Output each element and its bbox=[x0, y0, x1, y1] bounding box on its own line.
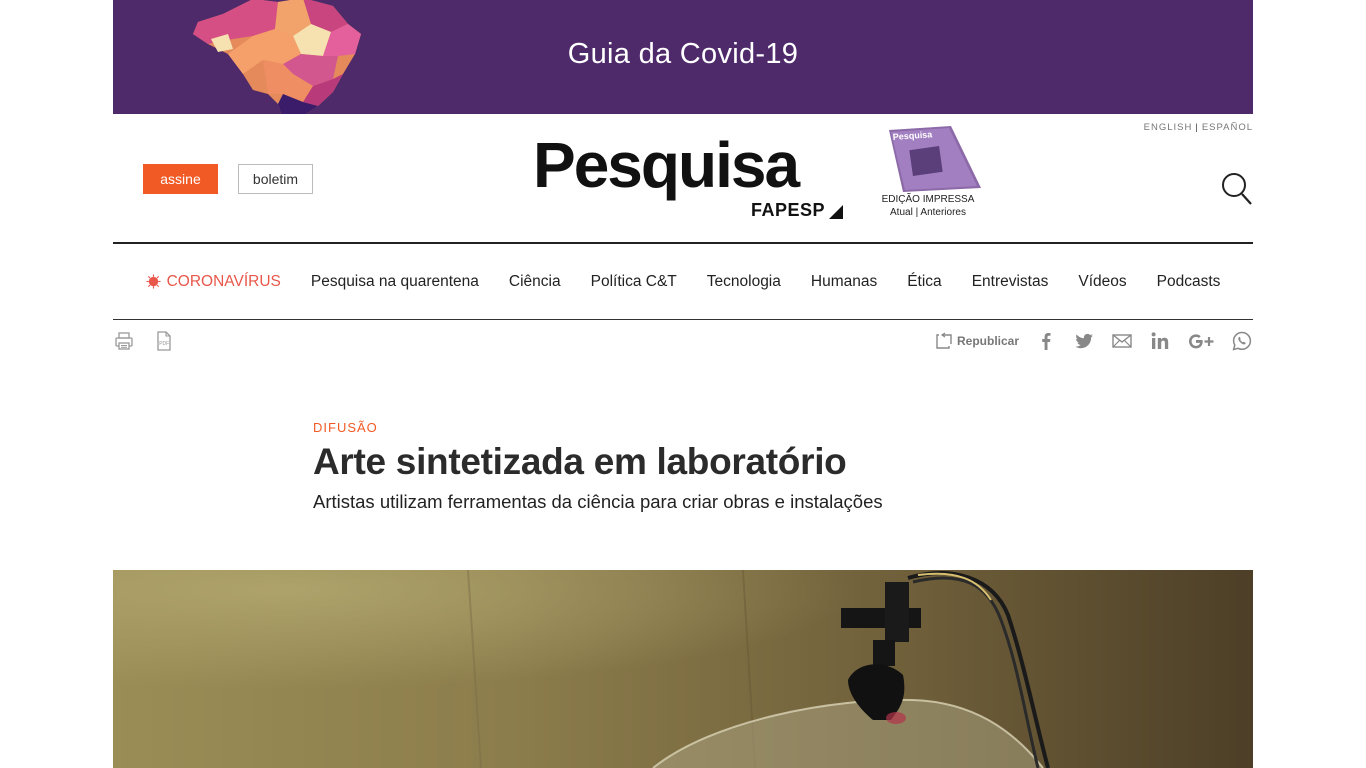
print-edition-previous-link[interactable]: Anteriores bbox=[920, 207, 966, 218]
logo-triangle-icon bbox=[829, 205, 843, 219]
lang-english-link[interactable]: ENGLISH bbox=[1144, 122, 1193, 133]
subscribe-button[interactable]: assine bbox=[143, 164, 218, 194]
covid-guide-banner[interactable]: Guia da Covid-19 bbox=[113, 0, 1253, 114]
linkedin-icon[interactable] bbox=[1149, 330, 1171, 352]
svg-text:PDF: PDF bbox=[159, 341, 169, 347]
nav-item-humanas[interactable]: Humanas bbox=[811, 273, 877, 291]
nav-item-entrevistas[interactable]: Entrevistas bbox=[972, 273, 1049, 291]
print-edition-box: EDIÇÃO IMPRESSA Atual | Anteriores bbox=[868, 193, 988, 219]
whatsapp-icon[interactable] bbox=[1231, 330, 1253, 352]
nav-item-ciencia[interactable]: Ciência bbox=[509, 273, 561, 291]
pdf-icon[interactable]: PDF bbox=[153, 330, 175, 352]
republish-icon bbox=[936, 332, 952, 349]
article-subtitle: Artistas utilizam ferramentas da ciência… bbox=[313, 491, 883, 512]
site-logo[interactable]: Pesquisa FAPESP bbox=[533, 128, 843, 228]
nav-item-label: CORONAVÍRUS bbox=[166, 272, 281, 290]
twitter-icon[interactable] bbox=[1073, 330, 1095, 352]
republish-label: Republicar bbox=[956, 334, 1019, 348]
search-icon[interactable] bbox=[1221, 172, 1253, 206]
article-section[interactable]: DIFUSÃO bbox=[313, 420, 1213, 435]
print-edition-current-link[interactable]: Atual bbox=[890, 207, 913, 218]
article-lead-image bbox=[113, 570, 1253, 768]
print-edition-label: EDIÇÃO IMPRESSA bbox=[881, 194, 975, 205]
email-icon[interactable] bbox=[1111, 330, 1133, 352]
republish-button[interactable]: Republicar bbox=[935, 332, 1019, 350]
nav-item-etica[interactable]: Ética bbox=[907, 273, 941, 291]
main-nav: CORONAVÍRUS Pesquisa na quarentena Ciênc… bbox=[113, 244, 1253, 320]
nav-item-videos[interactable]: Vídeos bbox=[1078, 273, 1126, 291]
newsletter-button[interactable]: boletim bbox=[238, 164, 313, 194]
article-header: DIFUSÃO Arte sintetizada em laboratório … bbox=[313, 420, 1213, 513]
facebook-icon[interactable] bbox=[1035, 330, 1057, 352]
site-header: assine boletim Pesquisa FAPESP Pesquisa … bbox=[113, 114, 1253, 244]
nav-item-tecnologia[interactable]: Tecnologia bbox=[707, 273, 781, 291]
logo-sub: FAPESP bbox=[750, 200, 825, 220]
language-switcher: ENGLISH | ESPAÑOL bbox=[1143, 122, 1253, 133]
print-icon[interactable] bbox=[113, 330, 135, 352]
virus-icon bbox=[146, 274, 161, 289]
article-toolbar: PDF Republicar bbox=[113, 320, 1253, 366]
nav-item-quarentena[interactable]: Pesquisa na quarentena bbox=[311, 273, 479, 291]
nav-item-coronavirus[interactable]: CORONAVÍRUS bbox=[146, 273, 281, 291]
nav-item-podcasts[interactable]: Podcasts bbox=[1157, 273, 1221, 291]
banner-title[interactable]: Guia da Covid-19 bbox=[113, 38, 1253, 71]
article-title: Arte sintetizada em laboratório bbox=[313, 441, 847, 482]
logo-name: Pesquisa bbox=[533, 129, 800, 201]
lang-spanish-link[interactable]: ESPAÑOL bbox=[1202, 122, 1253, 133]
nav-item-politica[interactable]: Política C&T bbox=[591, 273, 677, 291]
google-plus-icon[interactable] bbox=[1187, 330, 1215, 352]
magazine-cover-image[interactable]: Pesquisa bbox=[881, 126, 981, 192]
